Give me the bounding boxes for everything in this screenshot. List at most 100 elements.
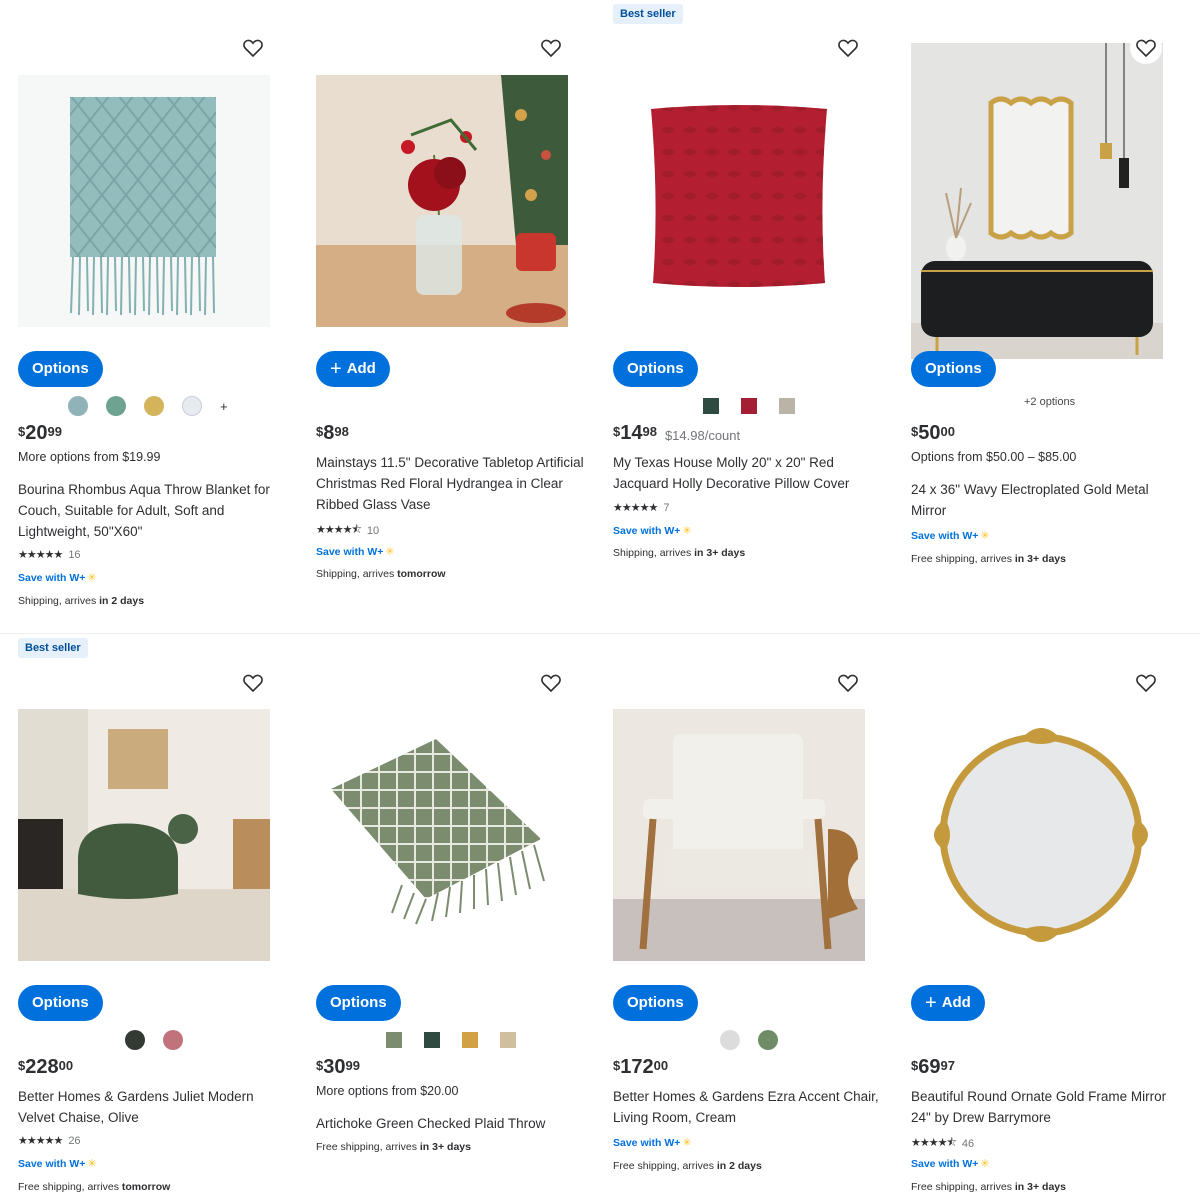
product-card: Best seller Options $ 228 00 Better Home…	[18, 634, 286, 1201]
favorite-heart-icon[interactable]	[237, 32, 269, 64]
price: $ 50 00	[911, 422, 955, 445]
product-title[interactable]: Better Homes & Gardens Juliet Modern Vel…	[18, 1086, 286, 1128]
product-title[interactable]: Bourina Rhombus Aqua Throw Blanket for C…	[18, 479, 286, 542]
favorite-heart-icon[interactable]	[1130, 667, 1162, 699]
color-swatch[interactable]	[720, 1030, 740, 1050]
price: $ 14 98 $14.98/count	[613, 422, 740, 445]
shipping-text: Free shipping, arrives	[18, 1181, 122, 1193]
options-button[interactable]: Options	[18, 351, 103, 387]
color-swatch[interactable]	[462, 1032, 478, 1048]
add-to-cart-button[interactable]: + Add	[911, 985, 985, 1021]
color-swatches	[720, 1028, 778, 1052]
spark-icon: ✳	[87, 572, 97, 584]
price: $ 228 00	[18, 1056, 73, 1079]
more-swatches-plus-icon[interactable]: +	[220, 399, 228, 414]
product-image[interactable]	[316, 709, 568, 961]
add-button-label: Add	[346, 360, 376, 377]
product-card: + Add $ 69 97 Beautiful Round Ornate Gol…	[911, 634, 1179, 1201]
color-swatch[interactable]	[125, 1030, 145, 1050]
color-swatch[interactable]	[106, 396, 126, 416]
color-swatch[interactable]	[182, 396, 202, 416]
price: $ 20 99	[18, 422, 62, 445]
review-count: 16	[68, 548, 81, 561]
shipping-eta: in 3+ days	[1014, 553, 1066, 565]
shipping-info: Free shipping, arrives tomorrow	[18, 1181, 170, 1193]
shipping-info: Free shipping, arrives in 2 days	[613, 1160, 762, 1172]
product-title[interactable]: 24 x 36" Wavy Electroplated Gold Metal M…	[911, 479, 1179, 521]
spark-icon: ✳	[980, 530, 990, 542]
more-options-price: More options from $20.00	[316, 1084, 459, 1098]
product-card: Options $ 172 00 Better Homes & Gardens …	[613, 634, 881, 1201]
product-title[interactable]: Beautiful Round Ornate Gold Frame Mirror…	[911, 1086, 1179, 1128]
price-dollars: 30	[323, 1056, 346, 1078]
price-currency: $	[316, 1058, 324, 1073]
favorite-heart-icon[interactable]	[535, 32, 567, 64]
rating: ★★★★⯪ 46	[911, 1134, 974, 1153]
price: $ 30 99	[316, 1056, 360, 1079]
options-button[interactable]: Options	[613, 351, 698, 387]
shipping-text: Shipping, arrives	[316, 568, 398, 580]
product-title[interactable]: Better Homes & Gardens Ezra Accent Chair…	[613, 1086, 881, 1128]
color-swatch[interactable]	[68, 396, 88, 416]
more-options-count[interactable]: +2 options	[1024, 396, 1075, 408]
product-image[interactable]	[911, 43, 1163, 359]
product-image[interactable]	[18, 75, 270, 327]
product-card: + Add $ 8 98 Mainstays 11.5" Decorative …	[316, 0, 584, 633]
options-button-label: Options	[32, 994, 89, 1011]
product-image[interactable]	[316, 75, 568, 327]
options-button[interactable]: Options	[18, 985, 103, 1021]
product-image[interactable]	[18, 709, 270, 961]
shipping-text: Free shipping, arrives	[316, 1141, 420, 1153]
product-image[interactable]	[911, 709, 1163, 961]
more-options-price: More options from $19.99	[18, 450, 161, 464]
options-button-label: Options	[32, 360, 89, 377]
shipping-eta: in 3+ days	[1014, 1181, 1066, 1193]
product-card: Options +2 options $ 50 00 Options from …	[911, 0, 1179, 633]
color-swatch[interactable]	[779, 398, 795, 414]
save-with-label: Save with W+	[316, 545, 384, 558]
walmart-plus-badge: Save with W+ ✳	[18, 571, 97, 585]
options-button[interactable]: Options	[911, 351, 996, 387]
price-currency: $	[613, 1058, 621, 1073]
color-swatches	[703, 394, 795, 418]
price-currency: $	[18, 424, 26, 439]
product-title[interactable]: My Texas House Molly 20" x 20" Red Jacqu…	[613, 452, 881, 494]
color-swatch[interactable]	[758, 1030, 778, 1050]
review-count: 46	[961, 1137, 975, 1150]
star-rating-icon: ★★★★⯪	[911, 1137, 957, 1149]
favorite-heart-icon[interactable]	[832, 32, 864, 64]
color-swatches: +	[68, 394, 228, 418]
save-with-label: Save with W+	[613, 524, 681, 537]
options-button[interactable]: Options	[316, 985, 401, 1021]
walmart-plus-badge: Save with W+ ✳	[911, 529, 990, 543]
product-image[interactable]	[613, 75, 865, 327]
star-rating-icon: ★★★★⯪	[316, 524, 362, 536]
walmart-plus-badge: Save with W+ ✳	[911, 1157, 990, 1171]
spark-icon: ✳	[682, 1137, 692, 1149]
add-to-cart-button[interactable]: + Add	[316, 351, 390, 387]
favorite-heart-icon[interactable]	[237, 667, 269, 699]
shipping-text: Free shipping, arrives	[613, 1160, 717, 1172]
color-swatch[interactable]	[163, 1030, 183, 1050]
options-button-label: Options	[330, 994, 387, 1011]
price-dollars: 20	[25, 422, 48, 444]
color-swatch[interactable]	[500, 1032, 516, 1048]
shipping-text: Shipping, arrives	[18, 595, 100, 607]
product-title[interactable]: Artichoke Green Checked Plaid Throw	[316, 1113, 584, 1134]
color-swatch[interactable]	[386, 1032, 402, 1048]
options-button[interactable]: Options	[613, 985, 698, 1021]
product-title[interactable]: Mainstays 11.5" Decorative Tabletop Arti…	[316, 452, 584, 515]
favorite-heart-icon[interactable]	[832, 667, 864, 699]
rating: ★★★★★ 26	[18, 1134, 81, 1148]
color-swatch[interactable]	[424, 1032, 440, 1048]
favorite-heart-icon[interactable]	[535, 667, 567, 699]
color-swatch[interactable]	[144, 396, 164, 416]
color-swatch[interactable]	[741, 398, 757, 414]
spark-icon: ✳	[980, 1158, 990, 1170]
spark-icon: ✳	[385, 546, 395, 558]
product-image[interactable]	[613, 709, 865, 961]
color-swatches	[125, 1028, 183, 1052]
favorite-heart-icon[interactable]	[1130, 32, 1162, 64]
color-swatch[interactable]	[703, 398, 719, 414]
review-count: 10	[366, 524, 380, 537]
